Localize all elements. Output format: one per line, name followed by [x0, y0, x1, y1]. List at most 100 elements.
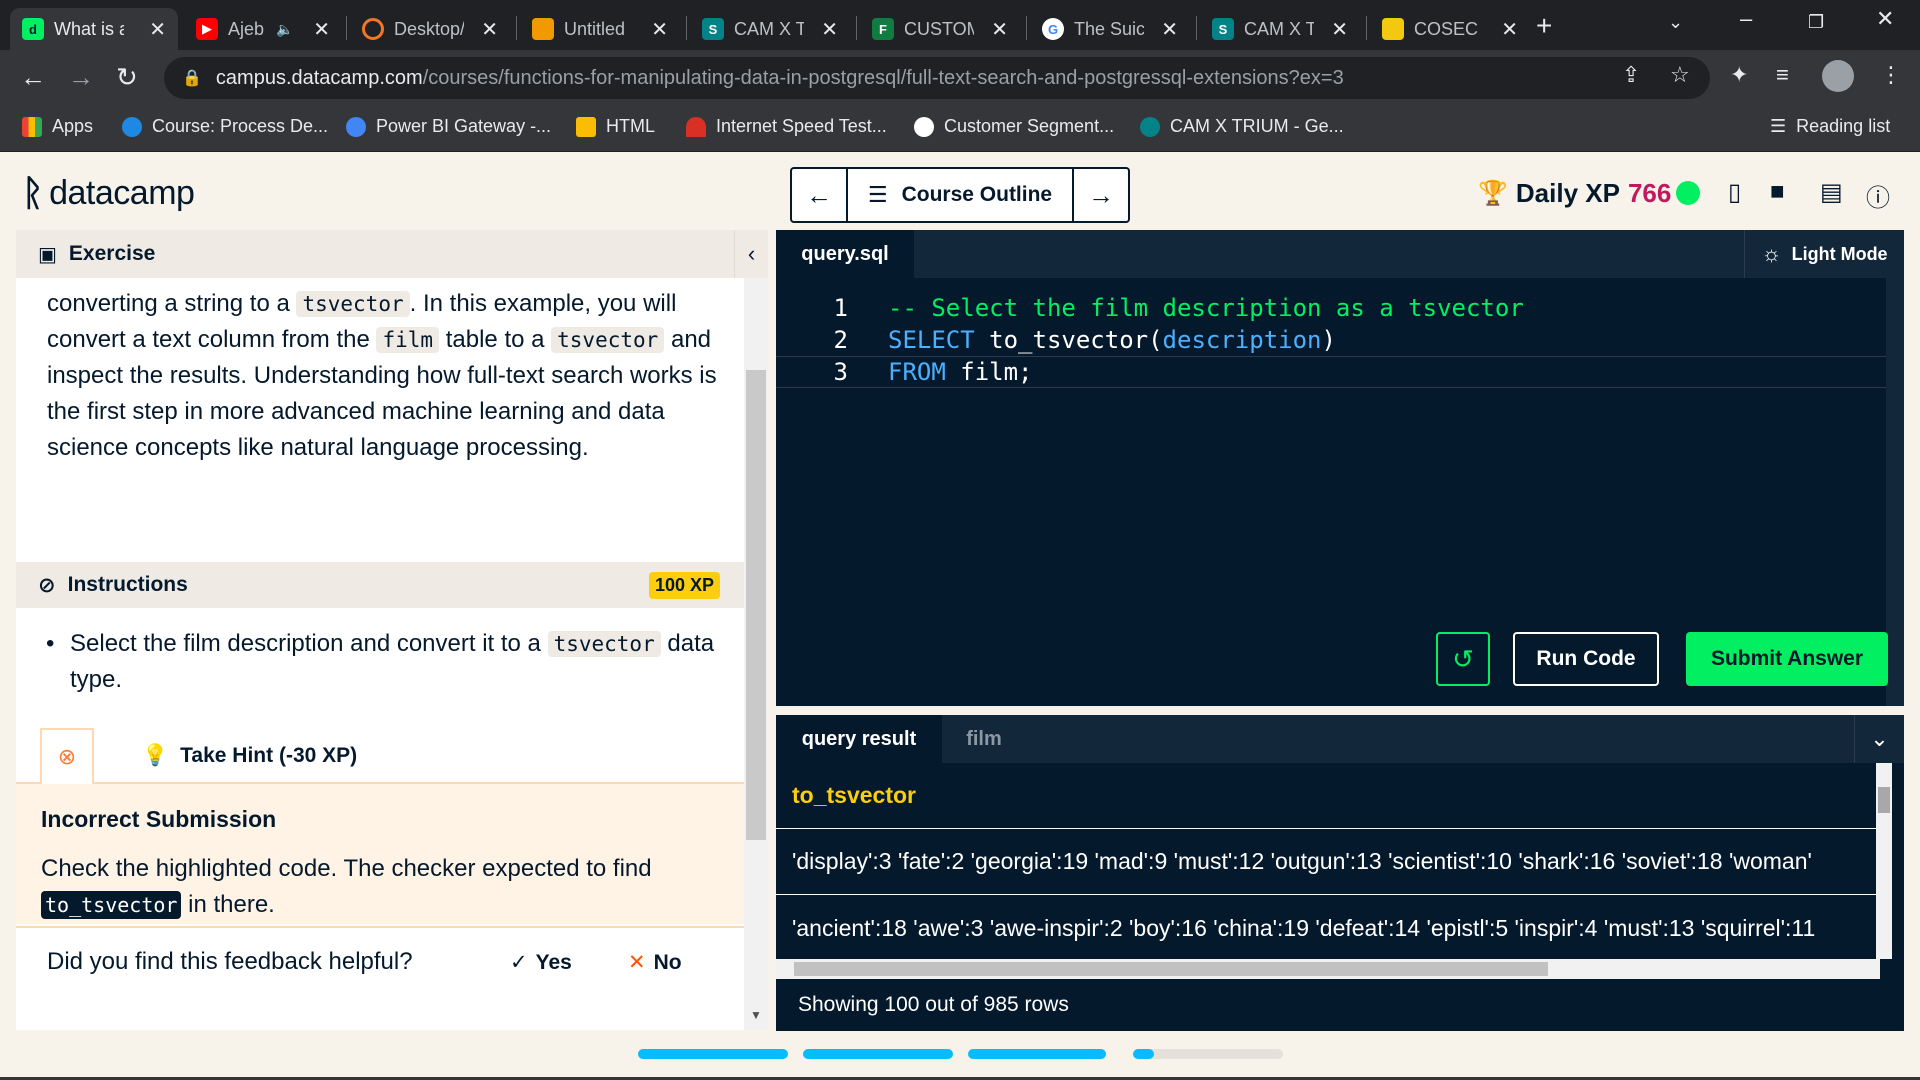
- forward-button[interactable]: →: [68, 62, 94, 93]
- audio-playing-icon[interactable]: 🔈: [276, 21, 293, 38]
- reading-list-label: Reading list: [1796, 116, 1891, 136]
- daily-xp[interactable]: 🏆 Daily XP 766: [1478, 178, 1671, 209]
- progress-fill: [803, 1049, 953, 1059]
- inline-code: tsvector: [547, 631, 661, 657]
- share-icon[interactable]: ⇪: [1622, 62, 1640, 88]
- close-tab-icon[interactable]: ✕: [651, 17, 668, 42]
- results-horizontal-scrollbar[interactable]: [776, 959, 1880, 979]
- browser-menu-icon[interactable]: ⋮: [1880, 62, 1902, 88]
- previous-exercise-button[interactable]: ←: [792, 169, 846, 221]
- folder-icon: [576, 116, 596, 137]
- url-input[interactable]: 🔒 campus.datacamp.com /courses/functions…: [164, 57, 1710, 99]
- bookmark-html[interactable]: HTML: [576, 116, 655, 137]
- sun-icon: ☼: [1761, 241, 1782, 266]
- bookmark-apps[interactable]: Apps: [22, 116, 93, 137]
- close-tab-icon[interactable]: ✕: [991, 17, 1008, 42]
- course-outline-label: Course Outline: [901, 183, 1053, 206]
- course-outline-button[interactable]: ☰ Course Outline: [846, 169, 1074, 221]
- bullet-icon: •: [46, 630, 55, 657]
- video-icon[interactable]: ■: [1770, 178, 1785, 206]
- datacamp-logo[interactable]: ᚱ datacamp: [22, 172, 195, 214]
- browser-tab[interactable]: S CAM X T ✕: [1200, 8, 1360, 50]
- reading-list[interactable]: ☰ Reading list: [1770, 116, 1890, 137]
- light-mode-toggle[interactable]: ☼ Light Mode: [1744, 230, 1904, 278]
- close-tab-icon[interactable]: ✕: [481, 17, 498, 42]
- tab-title: What is a: [54, 18, 124, 39]
- scrollbar-thumb[interactable]: [1878, 787, 1890, 813]
- report-issue-icon[interactable]: ⓘ: [1866, 178, 1890, 213]
- browser-tab[interactable]: Untitled ✕: [520, 8, 680, 50]
- close-tab-icon[interactable]: ✕: [313, 17, 330, 42]
- close-tab-icon[interactable]: ✕: [821, 17, 838, 42]
- google-favicon-icon: G: [1042, 18, 1064, 40]
- browser-tab[interactable]: ▶ Ajeb 🔈 ✕: [184, 8, 342, 50]
- slides-icon[interactable]: ▤: [1820, 178, 1843, 207]
- table-row: 'ancient':18 'awe':3 'awe-inspir':2 'boy…: [792, 914, 1816, 941]
- progress-segment: [1133, 1049, 1283, 1059]
- bookmark-cam-x-trium[interactable]: CAM X TRIUM - Ge...: [1140, 116, 1344, 137]
- code-line[interactable]: 1 -- Select the film description as a ts…: [776, 292, 1892, 324]
- collapse-results-icon[interactable]: ⌄: [1854, 715, 1904, 763]
- bookmark-internet-speed[interactable]: Internet Speed Test...: [686, 116, 887, 137]
- hint-label: Take Hint (-30 XP): [180, 744, 358, 767]
- scrollbar-thumb[interactable]: [794, 962, 1548, 976]
- tab-query-result[interactable]: query result: [776, 715, 942, 763]
- yes-button[interactable]: ✓ Yes: [510, 950, 572, 975]
- no-button[interactable]: ✕ No: [628, 950, 682, 975]
- collapse-panel-button[interactable]: ‹: [734, 230, 768, 278]
- tab-film[interactable]: film: [942, 715, 1026, 763]
- restore-button[interactable]: ❐: [1808, 12, 1824, 33]
- reload-button[interactable]: ↻: [116, 62, 138, 93]
- reading-list-icon: ☰: [1770, 116, 1787, 136]
- editor-scrollbar[interactable]: [1886, 278, 1904, 706]
- browser-tab[interactable]: d What is a ✕: [10, 8, 178, 50]
- line-number: 1: [833, 294, 848, 322]
- profile-avatar-icon[interactable]: [1822, 60, 1854, 92]
- tab-title: CAM X T: [734, 18, 804, 39]
- media-control-icon[interactable]: ≡: [1776, 62, 1789, 88]
- code-line[interactable]: 2 SELECT to_tsvector(description): [776, 324, 1892, 356]
- browser-tab[interactable]: G The Suic ✕: [1030, 8, 1190, 50]
- bookmark-power-bi-gateway[interactable]: Power BI Gateway -...: [346, 116, 551, 137]
- run-code-button[interactable]: Run Code: [1513, 632, 1659, 686]
- tab-search-icon[interactable]: ⌄: [1668, 12, 1683, 33]
- bookmark-label: Internet Speed Test...: [716, 116, 887, 136]
- reset-code-button[interactable]: ↺: [1436, 632, 1490, 686]
- bookmark-customer-segment[interactable]: Customer Segment...: [914, 116, 1114, 137]
- back-button[interactable]: ←: [20, 62, 46, 93]
- minimize-button[interactable]: –: [1740, 6, 1752, 32]
- close-window-button[interactable]: ✕: [1876, 6, 1894, 32]
- mobile-icon[interactable]: ▯: [1728, 178, 1741, 207]
- datacamp-favicon-icon: d: [22, 18, 44, 40]
- scroll-down-arrow-icon[interactable]: ▼: [750, 1008, 762, 1022]
- tab-query-sql[interactable]: query.sql: [776, 230, 914, 278]
- extensions-icon[interactable]: ✦: [1730, 62, 1748, 88]
- tab-title: Desktop/: [394, 18, 464, 39]
- close-tab-icon[interactable]: ✕: [149, 17, 166, 42]
- instruction-bullet: • Select the film description and conver…: [40, 626, 720, 698]
- code-line-current[interactable]: 3 FROM film;: [776, 356, 1892, 388]
- take-hint-button[interactable]: 💡 Take Hint (-30 XP): [142, 744, 357, 768]
- jupyter-favicon-icon: [362, 18, 384, 40]
- browser-tab[interactable]: Desktop/ ✕: [350, 8, 510, 50]
- close-feedback-icon[interactable]: ⊗: [40, 728, 94, 784]
- code-editor: query.sql ☼ Light Mode 1 -- Select the f…: [776, 230, 1904, 706]
- browser-tab[interactable]: S CAM X T ✕: [690, 8, 850, 50]
- close-tab-icon[interactable]: ✕: [1161, 17, 1178, 42]
- bookmark-course-process[interactable]: Course: Process De...: [122, 116, 328, 137]
- submit-answer-button[interactable]: Submit Answer: [1686, 632, 1888, 686]
- bookmark-label: Customer Segment...: [944, 116, 1115, 136]
- code-keyword: SELECT: [888, 326, 975, 354]
- browser-tab-bar: d What is a ✕ ▶ Ajeb 🔈 ✕ Desktop/ ✕ Unti…: [0, 0, 1920, 50]
- close-tab-icon[interactable]: ✕: [1501, 17, 1518, 42]
- browser-tab[interactable]: F CUSTOM ✕: [860, 8, 1020, 50]
- bookmark-star-icon[interactable]: ☆: [1670, 62, 1690, 88]
- close-tab-icon[interactable]: ✕: [1331, 17, 1348, 42]
- exercise-icon: ▣: [38, 243, 57, 266]
- panel-scrollbar-thumb[interactable]: [746, 370, 766, 840]
- results-vertical-scrollbar[interactable]: [1876, 763, 1892, 959]
- browser-tab[interactable]: COSEC N ✕: [1370, 8, 1530, 50]
- new-tab-button[interactable]: +: [1536, 10, 1552, 42]
- next-exercise-button[interactable]: →: [1074, 169, 1128, 221]
- rows-count: Showing 100 out of 985 rows: [798, 993, 1069, 1016]
